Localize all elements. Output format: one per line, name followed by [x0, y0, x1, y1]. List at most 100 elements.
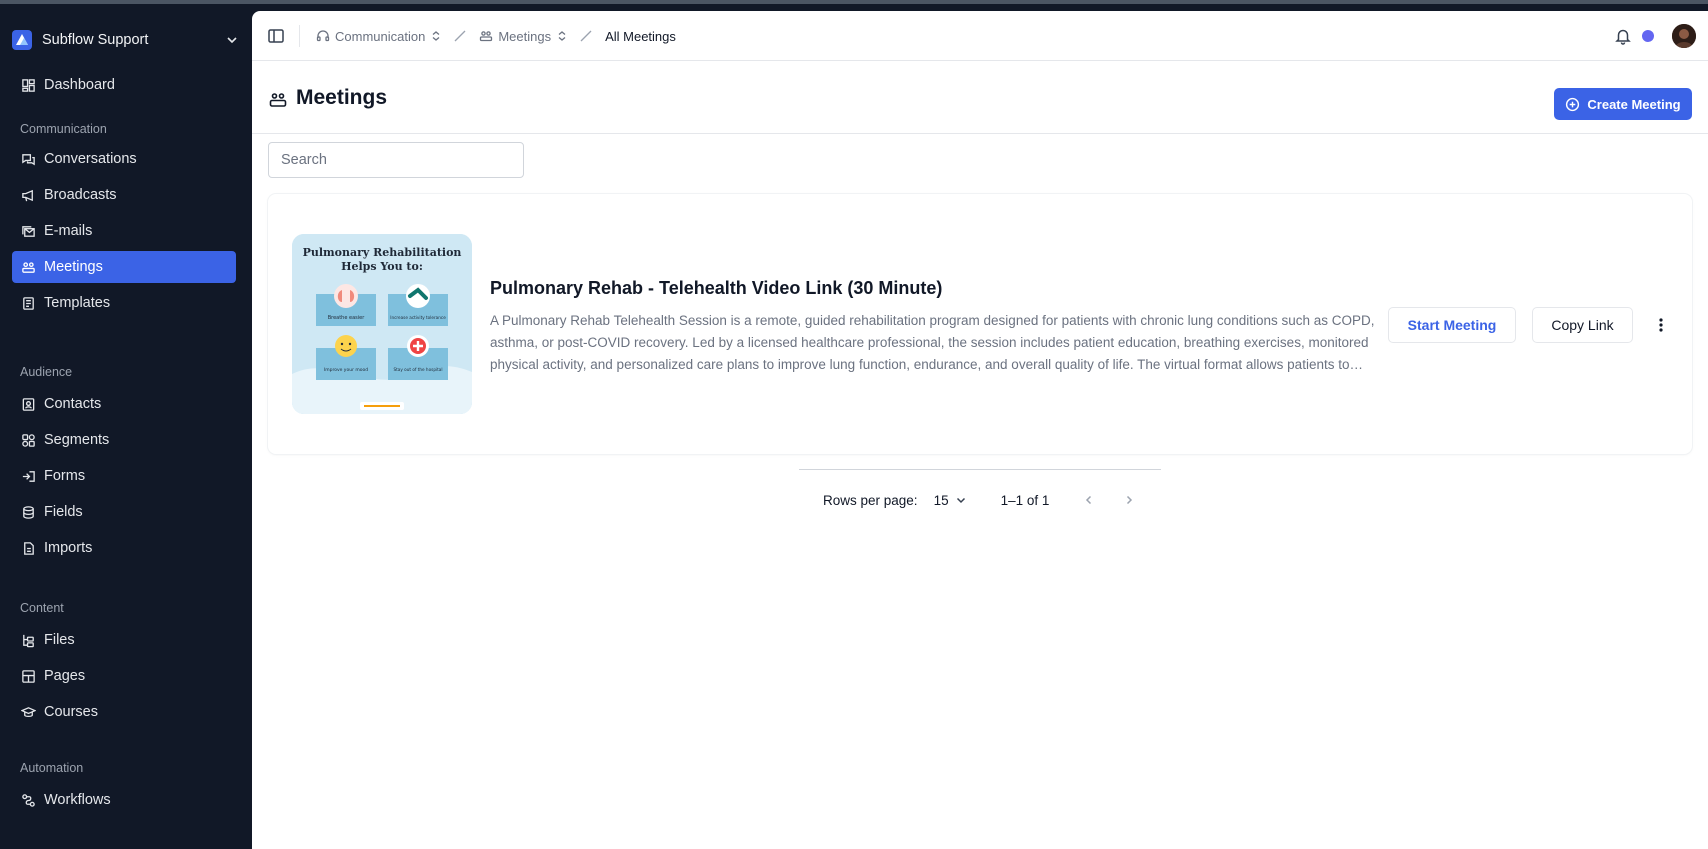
flyer-heading-line1: Pulmonary Rehabilitation: [303, 246, 462, 259]
breadcrumb-label: All Meetings: [605, 28, 676, 44]
file-tree-icon: [20, 632, 36, 648]
sidebar-toggle-icon[interactable]: [267, 27, 285, 45]
next-page-button[interactable]: [1121, 492, 1137, 508]
sidebar-item-emails[interactable]: E-mails: [12, 215, 236, 247]
sidebar-item-fields[interactable]: Fields: [12, 496, 236, 528]
breadcrumb-separator-icon: [454, 30, 466, 42]
sidebar-item-label: Files: [44, 632, 75, 648]
sidebar-item-label: Conversations: [44, 151, 137, 167]
sidebar-item-label: Workflows: [44, 792, 111, 808]
breadcrumb-all-meetings: All Meetings: [605, 29, 676, 44]
chevron-down-icon: [227, 37, 237, 44]
sidebar-item-label: Pages: [44, 668, 86, 684]
import-file-icon: [20, 540, 36, 556]
chat-bubbles-icon: [20, 151, 36, 167]
pagination-divider: [799, 469, 1161, 470]
breadcrumb-meetings[interactable]: Meetings: [479, 29, 567, 44]
sidebar-item-label: Segments: [44, 432, 110, 448]
chevron-up-down-icon: [432, 31, 440, 41]
sidebar-item-segments[interactable]: Segments: [12, 424, 236, 456]
pulmonary-rehab-flyer-image: Pulmonary Rehabilitation Helps You to: B…: [292, 234, 472, 414]
org-switcher[interactable]: Subflow Support: [12, 24, 240, 56]
flyer-heading-line2: Helps You to:: [341, 260, 423, 273]
forms-icon: [20, 468, 36, 484]
sidebar: Subflow Support Dashboard Communication …: [0, 4, 252, 849]
breadcrumb-separator-icon: [580, 30, 592, 42]
meetings-icon: [20, 259, 36, 275]
sidebar-item-imports[interactable]: Imports: [12, 532, 236, 564]
meetings-icon: [480, 31, 493, 42]
meeting-card[interactable]: Pulmonary Rehabilitation Helps You to: B…: [268, 194, 1692, 454]
main-panel: Communication Meetings All Meetings Meet…: [252, 11, 1708, 849]
sidebar-item-label: E-mails: [44, 223, 93, 239]
sidebar-item-label: Broadcasts: [44, 187, 117, 203]
window-top-strip: [0, 0, 1708, 4]
status-indicator[interactable]: [1642, 30, 1654, 42]
sidebar-item-courses[interactable]: Courses: [12, 696, 236, 728]
sidebar-section-communication: Communication: [20, 122, 107, 136]
page-header: Meetings Create Meeting: [252, 62, 1708, 134]
previous-page-button[interactable]: [1081, 492, 1097, 508]
search-input[interactable]: [268, 142, 524, 178]
rows-per-page-value: 15: [933, 492, 949, 508]
user-avatar[interactable]: [1672, 24, 1696, 48]
sidebar-item-files[interactable]: Files: [12, 624, 236, 656]
dashboard-icon: [20, 77, 36, 93]
megaphone-icon: [20, 187, 36, 203]
chevron-right-icon: [1127, 495, 1133, 505]
top-bar: Communication Meetings All Meetings: [252, 11, 1708, 61]
sidebar-item-conversations[interactable]: Conversations: [12, 143, 236, 175]
flyer-tile-label: Breathe easier: [328, 315, 366, 321]
create-meeting-button[interactable]: Create Meeting: [1554, 88, 1692, 120]
flyer-tile-label: Increase activity tolerance: [390, 315, 446, 320]
sidebar-item-contacts[interactable]: Contacts: [12, 388, 236, 420]
sidebar-section-automation: Automation: [20, 761, 84, 775]
template-icon: [20, 295, 36, 311]
toolbar-divider: [299, 25, 300, 47]
sidebar-item-meetings[interactable]: Meetings: [12, 251, 236, 283]
sidebar-item-templates[interactable]: Templates: [12, 287, 236, 319]
sidebar-item-dashboard[interactable]: Dashboard: [12, 69, 236, 101]
sidebar-item-pages[interactable]: Pages: [12, 660, 236, 692]
sidebar-item-broadcasts[interactable]: Broadcasts: [12, 179, 236, 211]
flyer-tile-label: Improve your mood: [324, 367, 368, 373]
meeting-thumbnail: Pulmonary Rehabilitation Helps You to: B…: [292, 234, 472, 414]
bell-icon[interactable]: [1614, 27, 1632, 45]
pagination-range: 1–1 of 1: [1000, 492, 1050, 508]
pagination: Rows per page: 15 1–1 of 1: [823, 488, 1161, 512]
breadcrumb-communication[interactable]: Communication: [316, 29, 441, 44]
plus-circle-icon: [1566, 97, 1580, 111]
sidebar-item-label: Templates: [44, 295, 111, 311]
breadcrumb: Communication Meetings All Meetings: [316, 11, 676, 61]
org-logo-icon: [12, 30, 32, 50]
workflow-icon: [20, 792, 36, 808]
headset-icon: [316, 30, 330, 42]
vertical-dots-icon: [1659, 318, 1663, 332]
copy-link-button[interactable]: Copy Link: [1532, 307, 1633, 343]
sidebar-item-label: Meetings: [44, 259, 103, 275]
sidebar-item-label: Contacts: [44, 396, 102, 412]
meeting-title[interactable]: Pulmonary Rehab - Telehealth Video Link …: [490, 278, 942, 299]
flyer-tile-label: Stay out of the hospital: [393, 367, 442, 372]
sidebar-item-label: Dashboard: [44, 77, 115, 93]
start-meeting-button[interactable]: Start Meeting: [1388, 307, 1516, 343]
sidebar-item-label: Forms: [44, 468, 86, 484]
chevron-down-icon: [956, 497, 965, 504]
rows-per-page-label: Rows per page:: [823, 492, 918, 508]
avatar-image: [1672, 24, 1696, 48]
create-meeting-label: Create Meeting: [1587, 96, 1681, 112]
sidebar-item-label: Courses: [44, 704, 98, 720]
segments-icon: [20, 432, 36, 448]
layout-icon: [20, 668, 36, 684]
sidebar-item-forms[interactable]: Forms: [12, 460, 236, 492]
chevron-left-icon: [1086, 495, 1092, 505]
more-options-button[interactable]: [1651, 315, 1671, 335]
meeting-description: A Pulmonary Rehab Telehealth Session is …: [490, 313, 1375, 372]
sidebar-section-audience: Audience: [20, 365, 73, 379]
sidebar-item-workflows[interactable]: Workflows: [12, 784, 236, 816]
contact-card-icon: [20, 396, 36, 412]
sidebar-section-content: Content: [20, 601, 64, 615]
sidebar-item-label: Imports: [44, 540, 93, 556]
rows-per-page-select[interactable]: 15: [934, 493, 967, 508]
page-title: Meetings: [296, 86, 388, 109]
